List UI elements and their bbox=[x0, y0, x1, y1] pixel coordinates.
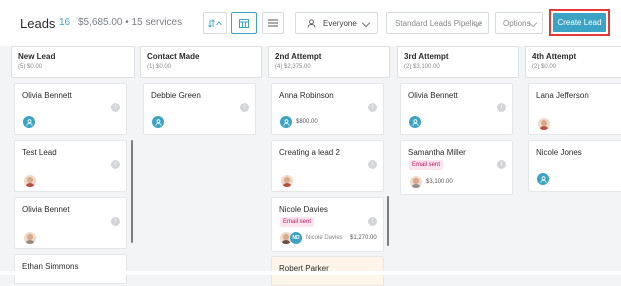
pipeline-dropdown[interactable]: Standard Leads Pipeline bbox=[386, 12, 489, 34]
lead-name: Test Lead bbox=[22, 148, 57, 157]
lead-count: 16 bbox=[59, 17, 71, 28]
info-icon[interactable]: ! bbox=[111, 103, 120, 112]
column-header: Contact Made (1) $0.00 bbox=[140, 46, 262, 78]
lead-card[interactable]: Lana Jefferson bbox=[528, 83, 621, 135]
bottom-edge bbox=[0, 271, 621, 275]
column-header: 3rd Attempt (2) $3,100.00 bbox=[397, 46, 519, 78]
avatar bbox=[24, 175, 36, 187]
column-name: Contact Made bbox=[147, 52, 200, 61]
lead-card[interactable]: Nicole Davies ! Email sent ND Nicole Dav… bbox=[271, 197, 384, 252]
info-icon[interactable]: ! bbox=[111, 160, 120, 169]
pipeline-label: Standard Leads Pipeline bbox=[395, 19, 483, 28]
list-view-icon bbox=[268, 19, 278, 27]
column-summary: (4) $2,375.00 bbox=[275, 64, 311, 70]
column-scrollbar[interactable] bbox=[131, 140, 133, 243]
column-header: New Lead (5) $0.00 bbox=[11, 46, 135, 78]
lead-name: Nicole Davies bbox=[279, 205, 328, 214]
user-icon bbox=[537, 173, 549, 185]
email-sent-badge: Email sent bbox=[280, 217, 315, 227]
assignee-avatar: ND bbox=[290, 232, 302, 244]
lead-name: Olivia Bennett bbox=[22, 91, 72, 100]
owner-filter-label: Everyone bbox=[323, 19, 357, 28]
lead-card[interactable]: Nicole Jones bbox=[528, 140, 621, 192]
create-lead-highlight: Create Lead bbox=[549, 9, 610, 36]
column-summary: (2) $3,100.00 bbox=[404, 64, 440, 70]
lead-card[interactable]: Test Lead ! bbox=[14, 140, 127, 192]
chevron-down-icon bbox=[361, 18, 371, 28]
column-summary: (1) $0.00 bbox=[147, 64, 172, 70]
column-3rd-attempt: 3rd Attempt (2) $3,100.00 Olivia Bennett… bbox=[397, 46, 519, 275]
email-sent-badge: Email sent bbox=[409, 160, 444, 170]
lead-name: Lana Jefferson bbox=[536, 91, 589, 100]
list-view-button[interactable] bbox=[262, 12, 284, 34]
info-icon[interactable]: ! bbox=[368, 217, 377, 226]
lead-card[interactable]: Anna Robinson ! $800.00 bbox=[271, 83, 384, 135]
lead-amount: $3,100.00 bbox=[426, 179, 453, 185]
avatar bbox=[538, 118, 550, 130]
column-header: 2nd Attempt (4) $2,375.00 bbox=[268, 46, 390, 78]
assignee-name: Nicole Davies bbox=[306, 235, 343, 241]
board-view-button[interactable] bbox=[231, 12, 257, 34]
lead-card[interactable]: Debbie Green ! bbox=[143, 83, 256, 135]
column-name: New Lead bbox=[18, 52, 56, 61]
lead-name: Ethan Simmons bbox=[22, 262, 79, 271]
avatar bbox=[410, 176, 422, 188]
info-icon[interactable]: ! bbox=[111, 217, 120, 226]
column-name: 4th Attempt bbox=[532, 52, 577, 61]
avatar bbox=[24, 232, 36, 244]
column-name: 3rd Attempt bbox=[404, 52, 449, 61]
page-title: Leads bbox=[20, 16, 56, 31]
column-summary: (2) $0.00 bbox=[532, 64, 557, 70]
user-icon bbox=[307, 19, 316, 28]
sort-button[interactable] bbox=[203, 12, 227, 34]
lead-card[interactable]: Samantha Miller ! Email sent $3,100.00 bbox=[400, 140, 513, 195]
lead-name: Olivia Bennett bbox=[408, 91, 458, 100]
user-icon bbox=[152, 116, 164, 128]
info-icon[interactable]: ! bbox=[497, 160, 506, 169]
lead-amount: $800.00 bbox=[296, 119, 318, 125]
info-icon[interactable]: ! bbox=[368, 103, 377, 112]
column-4th-attempt: 4th Attempt (2) $0.00 Lana Jefferson Nic… bbox=[525, 46, 621, 275]
owner-filter-dropdown[interactable]: Everyone bbox=[295, 12, 378, 34]
lead-name: Anna Robinson bbox=[279, 91, 334, 100]
user-icon bbox=[409, 116, 421, 128]
lead-name: Nicole Jones bbox=[536, 148, 582, 157]
column-scrollbar[interactable] bbox=[387, 196, 389, 246]
sort-icon bbox=[208, 18, 222, 28]
column-contact-made: Contact Made (1) $0.00 Debbie Green ! bbox=[140, 46, 262, 275]
lead-card[interactable]: Olivia Bennet ! bbox=[14, 197, 127, 249]
pipeline-board: New Lead (5) $0.00 Olivia Bennett ! Test… bbox=[0, 46, 621, 286]
column-2nd-attempt: 2nd Attempt (4) $2,375.00 Anna Robinson … bbox=[268, 46, 390, 286]
lead-card[interactable]: Ethan Simmons bbox=[14, 254, 127, 284]
info-icon[interactable]: ! bbox=[497, 103, 506, 112]
lead-total: $5,685.00 • 15 services bbox=[78, 17, 183, 28]
lead-card[interactable]: Olivia Bennett ! bbox=[400, 83, 513, 135]
info-icon[interactable]: ! bbox=[368, 160, 377, 169]
user-icon bbox=[280, 116, 292, 128]
lead-amount: $1,270.00 bbox=[350, 235, 377, 241]
board-view-icon bbox=[239, 18, 249, 28]
column-new-lead: New Lead (5) $0.00 Olivia Bennett ! Test… bbox=[11, 46, 135, 284]
info-icon[interactable]: ! bbox=[240, 103, 249, 112]
user-icon bbox=[23, 116, 35, 128]
lead-name: Debbie Green bbox=[151, 91, 201, 100]
create-lead-button[interactable]: Create Lead bbox=[553, 13, 606, 32]
lead-name: Creating a lead 2 bbox=[279, 148, 340, 157]
lead-name: Olivia Bennet bbox=[22, 205, 70, 214]
options-label: Options bbox=[503, 19, 531, 28]
column-header: 4th Attempt (2) $0.00 bbox=[525, 46, 621, 78]
lead-name: Samantha Miller bbox=[408, 148, 466, 157]
options-dropdown[interactable]: Options bbox=[495, 12, 543, 34]
top-bar: Leads 16 $5,685.00 • 15 services Everyon… bbox=[0, 0, 621, 46]
column-name: 2nd Attempt bbox=[275, 52, 322, 61]
column-summary: (5) $0.00 bbox=[18, 64, 43, 70]
lead-card[interactable]: Creating a lead 2 ! bbox=[271, 140, 384, 192]
avatar bbox=[281, 175, 293, 187]
lead-card[interactable]: Olivia Bennett ! bbox=[14, 83, 127, 135]
